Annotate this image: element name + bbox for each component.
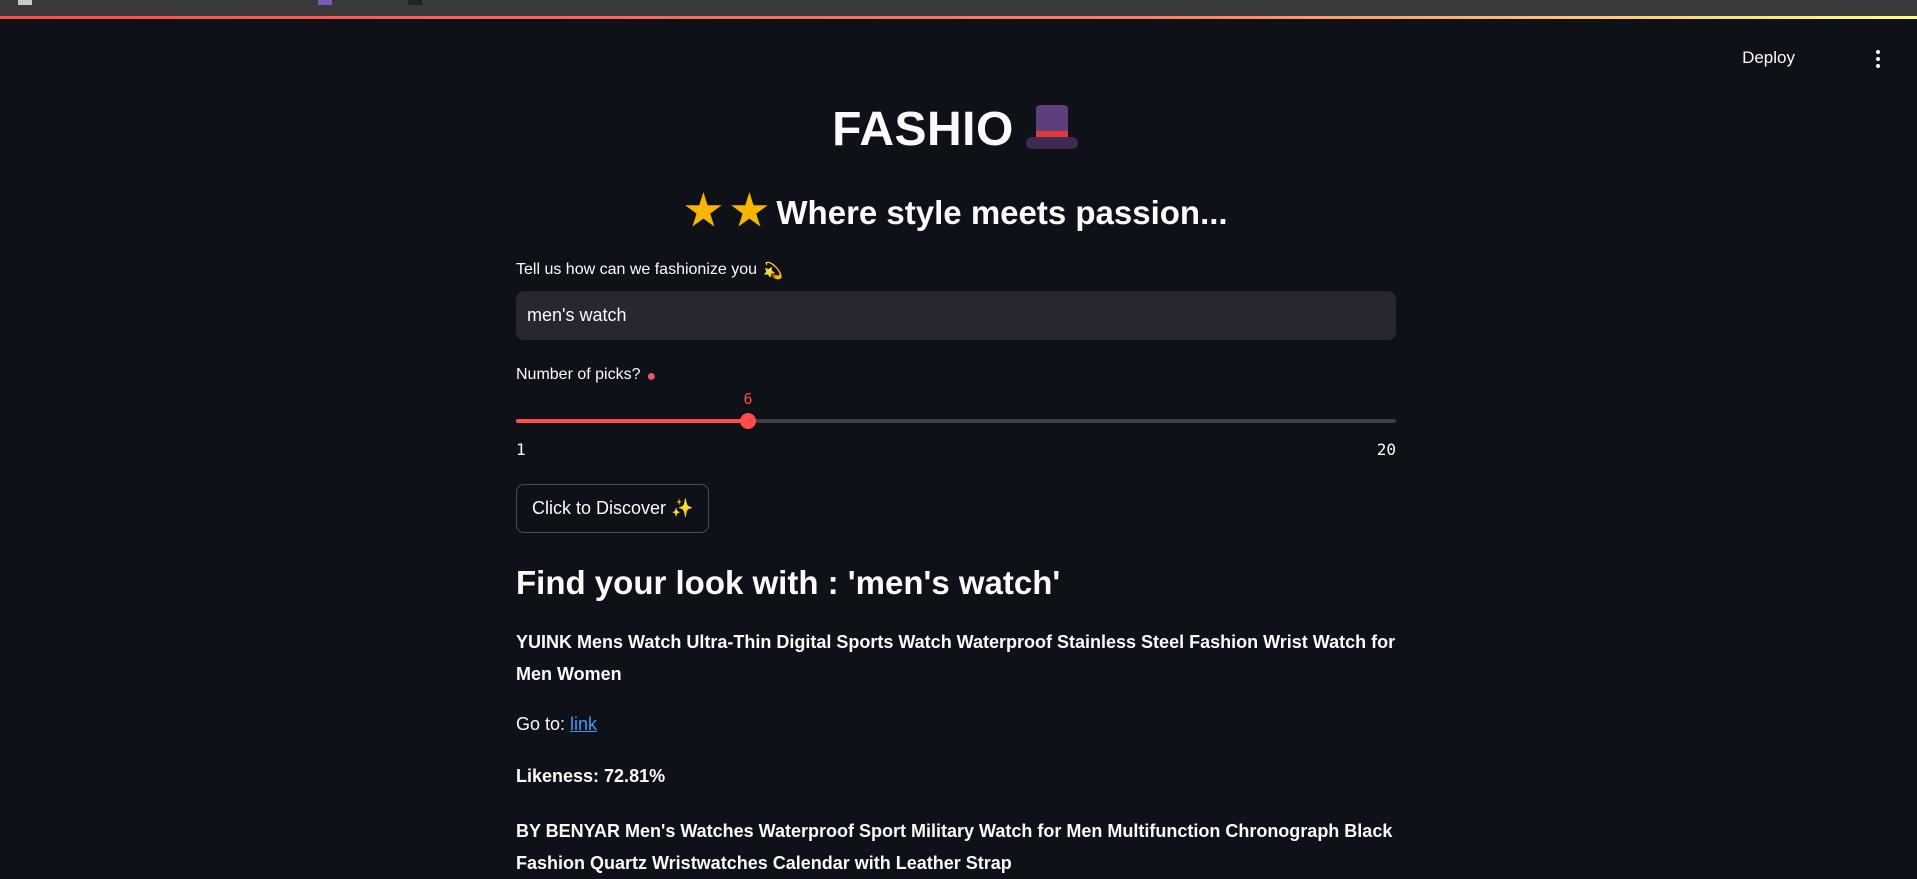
search-input[interactable] <box>516 291 1396 340</box>
picks-slider[interactable] <box>516 413 1396 429</box>
glowing-star-icon <box>684 192 722 230</box>
deploy-button[interactable]: Deploy <box>1742 48 1795 68</box>
slider-fill <box>516 419 748 423</box>
result-goto: Go to: link <box>516 714 597 735</box>
slider-current-value: 6 <box>743 390 753 408</box>
tab-hat-icon <box>318 0 332 5</box>
kebab-menu-icon[interactable] <box>1875 50 1881 72</box>
discover-button-label: Click to Discover <box>532 498 667 518</box>
top-hat-icon <box>1024 101 1080 153</box>
picks-label-text: Number of picks? <box>516 366 641 383</box>
goto-label: Go to: <box>516 714 566 734</box>
browser-top-strip <box>0 0 1917 16</box>
slider-min-label: 1 <box>516 440 526 459</box>
result-likeness: Likeness: 72.81% <box>516 766 666 786</box>
result-item-title: YUINK Mens Watch Ultra-Thin Digital Spor… <box>516 632 1396 684</box>
title-text: FASHIO <box>832 103 1014 156</box>
page-title: FASHIO <box>516 100 1396 160</box>
discover-button[interactable]: Click to Discover ✨ <box>516 484 710 533</box>
results-heading: Find your look with : 'men's watch' <box>516 564 1061 601</box>
dizzy-icon: 💫 <box>763 263 783 280</box>
sparkles-icon: ✨ <box>671 498 694 518</box>
tab-favicon-icon <box>18 0 32 5</box>
subtitle-text: Where style meets passion... <box>776 194 1228 231</box>
slider-max-label: 20 <box>1376 440 1396 459</box>
tab-hat-icon <box>408 0 422 5</box>
result-item-title: BY BENYAR Men's Watches Waterproof Sport… <box>516 821 1393 873</box>
glowing-star-icon <box>730 192 768 230</box>
search-label-text: Tell us how can we fashionize you <box>516 261 758 278</box>
header-decoration-bar <box>0 16 1917 19</box>
picks-label: Number of picks? ● <box>516 366 656 386</box>
result-link[interactable]: link <box>570 714 597 734</box>
page-subtitle: Where style meets passion... <box>516 192 1396 232</box>
lips-icon: ● <box>646 368 657 385</box>
slider-thumb[interactable] <box>740 413 756 429</box>
search-label: Tell us how can we fashionize you 💫 <box>516 261 783 281</box>
